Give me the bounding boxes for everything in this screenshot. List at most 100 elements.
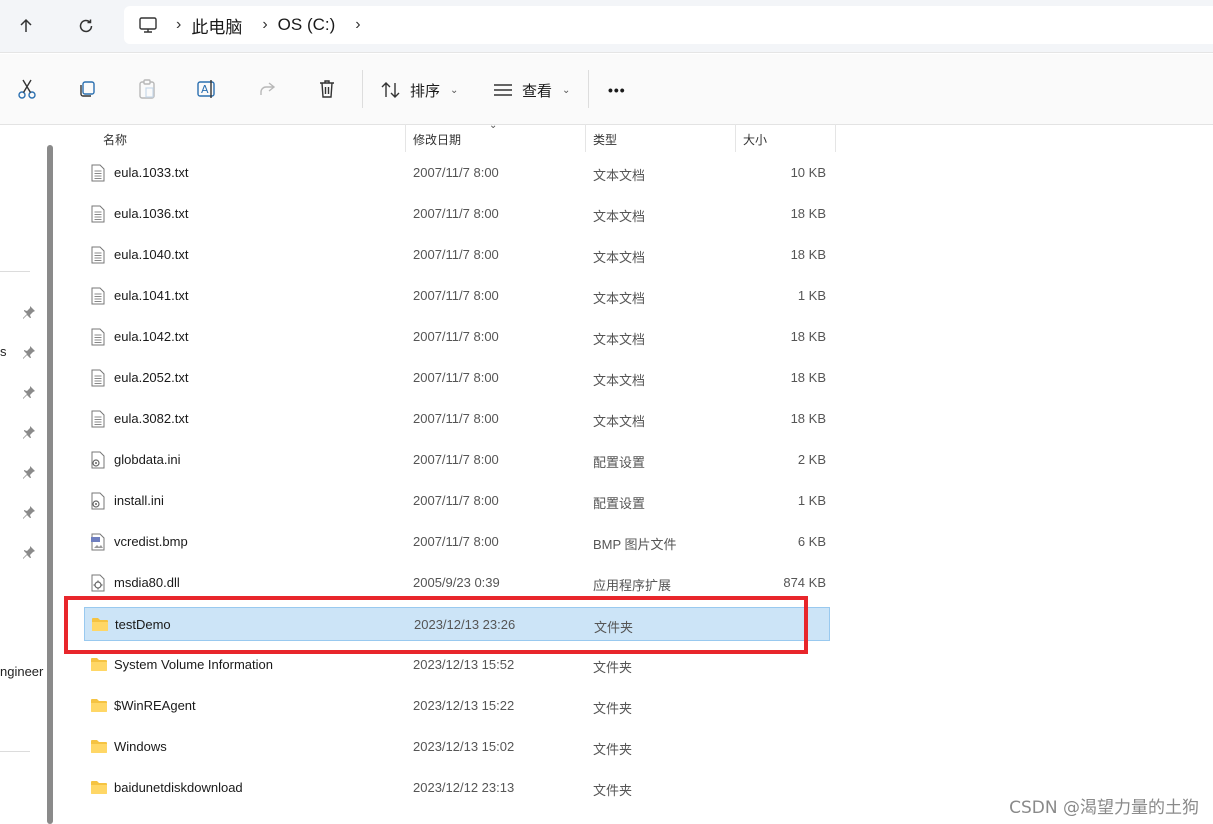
file-name: eula.1036.txt — [114, 206, 189, 221]
column-name[interactable]: 名称 — [103, 131, 127, 148]
view-list-icon — [494, 84, 512, 96]
pin-icon[interactable] — [22, 505, 36, 519]
file-size: 18 KB — [790, 329, 826, 344]
command-bar: A 排序 ⌄ 查看 ⌄ ••• — [0, 54, 1213, 125]
file-size: 2 KB — [797, 452, 826, 467]
file-date: 2007/11/7 8:00 — [413, 329, 499, 344]
file-size: 1 KB — [797, 493, 826, 508]
pin-icon[interactable] — [22, 305, 36, 319]
more-options-button[interactable]: ••• — [608, 76, 626, 104]
file-type: 应用程序扩展 — [593, 578, 672, 593]
breadcrumb-os-c[interactable]: OS (C:) — [278, 15, 336, 35]
pin-icon[interactable] — [22, 385, 36, 399]
rename-button[interactable]: A — [193, 75, 221, 103]
file-row[interactable]: eula.1036.txt 2007/11/7 8:00 文本文档 18 KB — [84, 197, 830, 231]
file-type: 配置设置 — [593, 496, 646, 511]
file-type: 文件夹 — [593, 783, 633, 798]
file-row[interactable]: install.ini 2007/11/7 8:00 配置设置 1 KB — [84, 484, 830, 518]
address-field[interactable]: › 此电脑 › OS (C:) › — [124, 6, 1213, 44]
clipboard-icon — [139, 79, 155, 99]
copy-button[interactable] — [73, 75, 101, 103]
cut-button[interactable] — [13, 75, 41, 103]
image-file-icon — [90, 533, 106, 551]
file-date: 2005/9/23 0:39 — [413, 575, 500, 590]
folder-icon — [90, 697, 107, 715]
pin-icon[interactable] — [22, 345, 36, 359]
navigation-pane: s ngineer — [0, 125, 44, 824]
sort-label: 排序 — [410, 82, 441, 100]
nav-divider — [0, 271, 30, 272]
view-button[interactable]: 查看 ⌄ — [492, 76, 570, 104]
file-row[interactable]: eula.1033.txt 2007/11/7 8:00 文本文档 10 KB — [84, 156, 830, 190]
file-row[interactable]: eula.1040.txt 2007/11/7 8:00 文本文档 18 KB — [84, 238, 830, 272]
file-name: install.ini — [114, 493, 164, 508]
pin-icon[interactable] — [22, 465, 36, 479]
file-size: 6 KB — [797, 534, 826, 549]
pin-icon[interactable] — [22, 425, 36, 439]
file-name: eula.1042.txt — [114, 329, 189, 344]
scissors-icon — [18, 79, 36, 99]
file-row[interactable]: msdia80.dll 2005/9/23 0:39 应用程序扩展 874 KB — [84, 566, 830, 600]
file-name: Windows — [114, 739, 167, 754]
file-row[interactable]: eula.2052.txt 2007/11/7 8:00 文本文档 18 KB — [84, 361, 830, 395]
sort-chevron-down-icon: ⌄ — [489, 120, 498, 131]
file-row[interactable]: eula.1041.txt 2007/11/7 8:00 文本文档 1 KB — [84, 279, 830, 313]
sort-button[interactable]: 排序 ⌄ — [380, 76, 458, 104]
share-icon — [260, 82, 276, 95]
chevron-right-icon[interactable]: › — [176, 16, 181, 34]
file-row[interactable]: baidunetdiskdownload 2023/12/12 23:13 文件夹 — [84, 771, 830, 805]
column-divider[interactable] — [835, 124, 836, 152]
file-row[interactable]: $WinREAgent 2023/12/13 15:22 文件夹 — [84, 689, 830, 723]
column-date[interactable]: 修改日期 — [413, 131, 461, 148]
file-name: eula.1033.txt — [114, 165, 189, 180]
nav-item-fragment[interactable]: ngineer — [0, 664, 43, 679]
file-name: System Volume Information — [114, 657, 273, 672]
breadcrumb-this-pc[interactable]: 此电脑 — [191, 13, 242, 38]
text-file-icon — [90, 328, 106, 346]
file-type: 文件夹 — [593, 660, 633, 675]
text-file-icon — [90, 205, 106, 223]
delete-button[interactable] — [313, 75, 341, 103]
file-date: 2007/11/7 8:00 — [413, 247, 499, 262]
file-row[interactable]: eula.1042.txt 2007/11/7 8:00 文本文档 18 KB — [84, 320, 830, 354]
divider — [0, 52, 1213, 53]
share-button[interactable] — [253, 75, 281, 103]
refresh-icon — [79, 19, 93, 33]
file-type: 文件夹 — [593, 701, 633, 716]
settings-file-icon — [90, 451, 106, 469]
view-label: 查看 — [522, 82, 553, 100]
file-date: 2007/11/7 8:00 — [413, 288, 499, 303]
folder-icon — [90, 738, 107, 756]
file-name: eula.1041.txt — [114, 288, 189, 303]
file-date: 2007/11/7 8:00 — [413, 534, 499, 549]
chevron-right-icon[interactable]: › — [262, 16, 267, 34]
file-row[interactable]: eula.3082.txt 2007/11/7 8:00 文本文档 18 KB — [84, 402, 830, 436]
nav-item-fragment[interactable]: s — [0, 344, 7, 359]
column-type[interactable]: 类型 — [593, 131, 617, 148]
paste-button[interactable] — [133, 75, 161, 103]
file-row[interactable]: vcredist.bmp 2007/11/7 8:00 BMP 图片文件 6 KB — [84, 525, 830, 559]
file-date: 2007/11/7 8:00 — [413, 452, 499, 467]
file-date: 2007/11/7 8:00 — [413, 493, 499, 508]
refresh-button[interactable] — [72, 12, 100, 40]
pin-icon[interactable] — [22, 545, 36, 559]
file-row[interactable]: globdata.ini 2007/11/7 8:00 配置设置 2 KB — [84, 443, 830, 477]
file-name: eula.2052.txt — [114, 370, 189, 385]
file-size: 18 KB — [790, 411, 826, 426]
file-row[interactable]: Windows 2023/12/13 15:02 文件夹 — [84, 730, 830, 764]
column-divider[interactable] — [585, 124, 586, 152]
text-file-icon — [90, 410, 106, 428]
up-button[interactable] — [12, 12, 40, 40]
text-file-icon — [90, 164, 106, 182]
column-size[interactable]: 大小 — [743, 131, 767, 148]
file-name: $WinREAgent — [114, 698, 196, 713]
file-date: 2023/12/13 15:52 — [413, 657, 515, 672]
watermark: CSDN @渴望力量的土狗 — [1009, 798, 1199, 818]
column-divider[interactable] — [735, 124, 736, 152]
nav-scrollbar[interactable] — [47, 145, 53, 824]
file-date: 2007/11/7 8:00 — [413, 165, 499, 180]
chevron-right-icon[interactable]: › — [355, 16, 360, 34]
column-divider[interactable] — [405, 124, 406, 152]
chevron-down-icon: ⌄ — [562, 84, 571, 96]
address-bar-area: › 此电脑 › OS (C:) › — [0, 0, 1213, 52]
